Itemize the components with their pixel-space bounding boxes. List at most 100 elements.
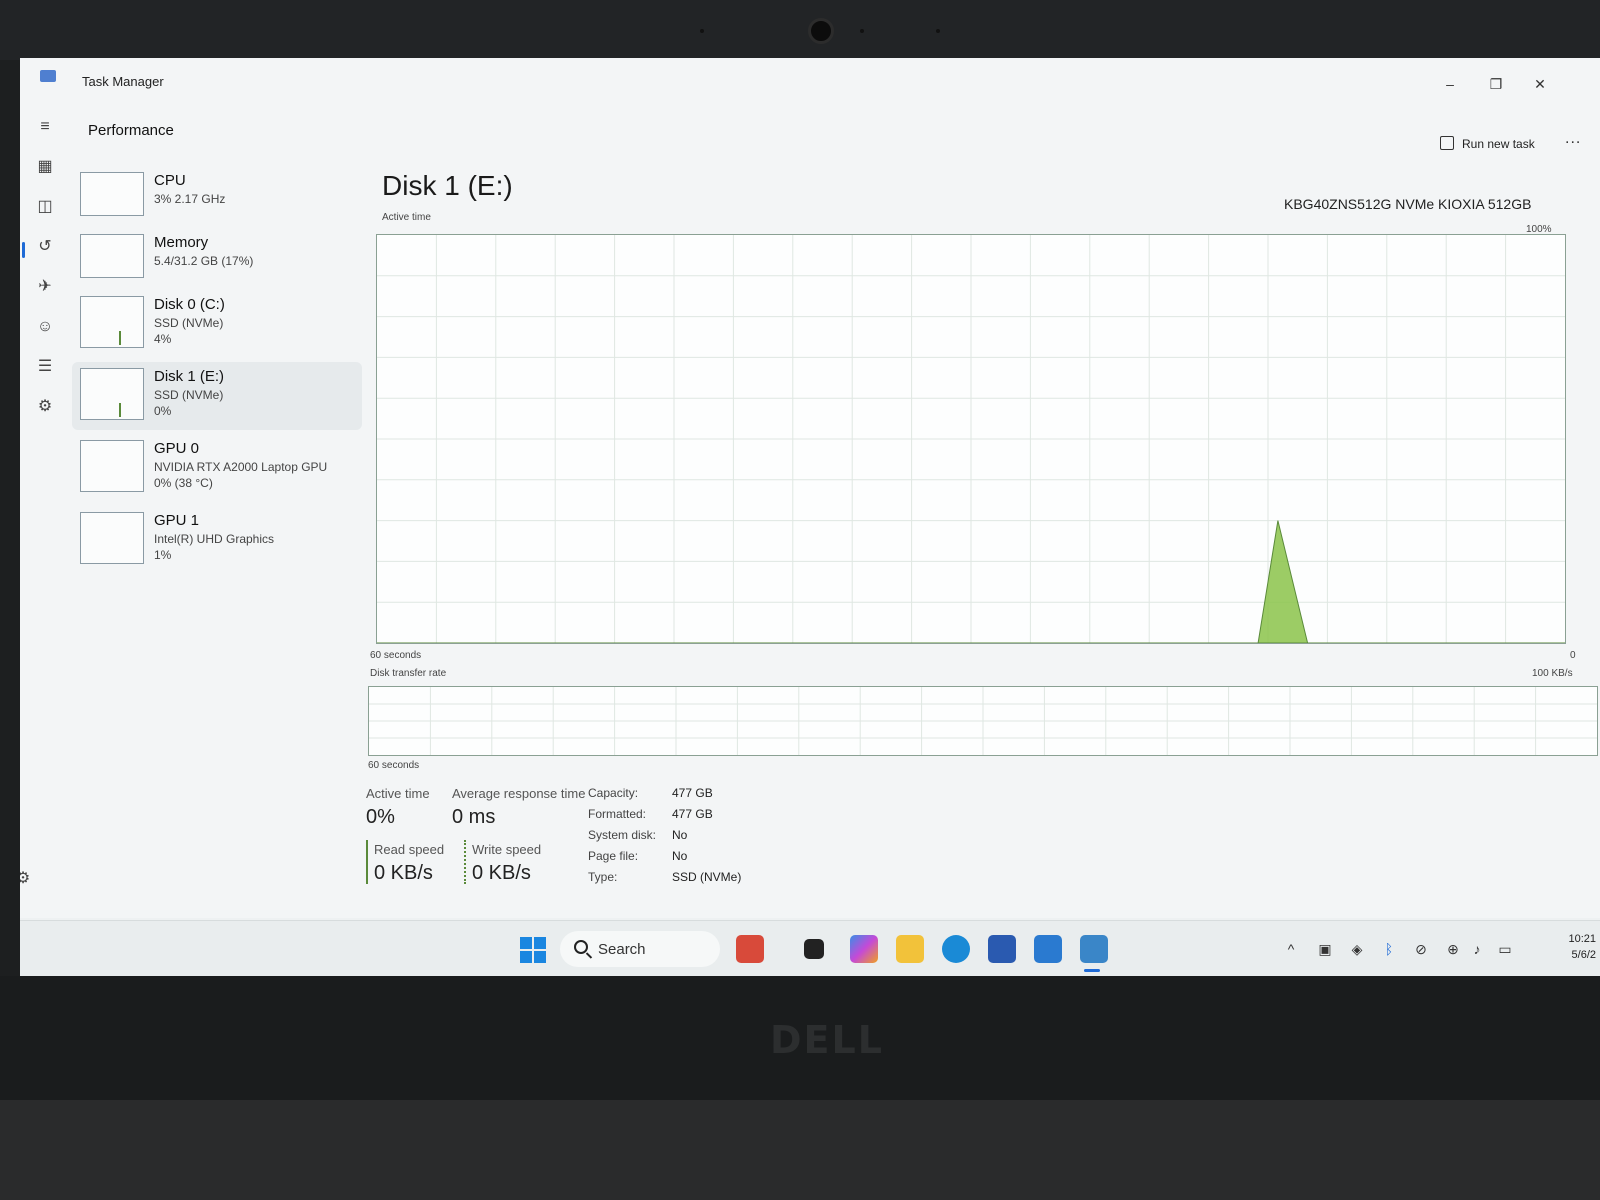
network-icon[interactable]: ⊕: [1444, 941, 1462, 958]
app-history-icon[interactable]: ↺: [34, 236, 56, 258]
screen: Task Manager – ❐ ✕ ≡ ▦ ◫ ↺ ✈ ☺ ☰ ⚙ ⚙ Per…: [20, 58, 1600, 976]
sidebar-item-gpu-1[interactable]: GPU 1 Intel(R) UHD Graphics 1%: [72, 506, 362, 574]
sync-off-icon[interactable]: ⊘: [1412, 941, 1430, 958]
performance-icon[interactable]: ◫: [34, 196, 56, 218]
active-time-zero-label: 0: [1570, 650, 1576, 661]
laptop-bezel-top: [0, 0, 1600, 60]
disk-1-thumbnail-graph: [80, 368, 144, 420]
run-new-task-button[interactable]: Run new task: [1440, 136, 1535, 151]
sensor-dot: [936, 29, 940, 33]
sidebar-item-sub: Intel(R) UHD Graphics: [154, 532, 275, 546]
title-bar[interactable]: Task Manager – ❐ ✕: [20, 58, 1600, 102]
sensor-dot: [860, 29, 864, 33]
widgets-icon[interactable]: [736, 935, 764, 963]
hamburger-menu-icon[interactable]: ≡: [34, 116, 56, 138]
windows-logo-pane: [520, 937, 532, 949]
copilot-icon[interactable]: [850, 935, 878, 963]
write-speed-value: 0 KB/s: [472, 862, 531, 884]
transfer-rate-duration-label: 60 seconds: [368, 760, 420, 771]
system-clock[interactable]: 10:21 5/6/2: [1536, 931, 1596, 963]
active-time-chart-label: Active time: [382, 212, 431, 223]
dell-logo: DELL: [770, 1018, 884, 1062]
read-speed-marker: [366, 840, 368, 884]
more-options-button[interactable]: ...: [1565, 130, 1581, 148]
settings-icon[interactable]: ⚙: [20, 868, 34, 890]
webcam: [808, 18, 834, 44]
taskbar-search[interactable]: Search: [560, 931, 720, 967]
nav-rail: ≡ ▦ ◫ ↺ ✈ ☺ ☰ ⚙ ⚙: [20, 102, 72, 918]
minimize-button[interactable]: –: [1440, 76, 1460, 92]
nvidia-icon[interactable]: ▣: [1316, 941, 1334, 958]
gpu-0-thumbnail-graph: [80, 440, 144, 492]
bluetooth-icon[interactable]: ᛒ: [1380, 941, 1398, 957]
avg-response-stat-label: Average response time: [452, 786, 586, 801]
system-disk-value: No: [672, 828, 688, 842]
active-time-svg: [377, 235, 1565, 644]
store-icon[interactable]: [988, 935, 1016, 963]
sidebar-item-gpu-0[interactable]: GPU 0 NVIDIA RTX A2000 Laptop GPU 0% (38…: [72, 434, 362, 502]
capacity-label: Capacity:: [588, 786, 639, 800]
sidebar-item-name: Disk 1 (E:): [154, 368, 225, 385]
cpu-thumbnail-graph: [80, 172, 144, 216]
disk-model: KBG40ZNS512G NVMe KIOXIA 512GB: [1284, 196, 1532, 212]
type-label: Type:: [588, 870, 618, 884]
run-new-task-label: Run new task: [1462, 137, 1535, 151]
read-speed-label: Read speed: [374, 842, 445, 857]
file-explorer-icon[interactable]: [896, 935, 924, 963]
sidebar-item-sub: NVIDIA RTX A2000 Laptop GPU: [154, 460, 328, 474]
page-file-value: No: [672, 849, 688, 863]
sidebar-item-sub: 3% 2.17 GHz: [154, 192, 226, 206]
taskbar: Search ^ ▣ ◈ ᛒ ⊘ ⊕ ♪ ▭ 10:21 5/6/2: [20, 920, 1600, 976]
active-time-stat-value: 0%: [366, 806, 395, 828]
details-icon[interactable]: ☰: [34, 356, 56, 378]
performance-sidebar: CPU 3% 2.17 GHz Memory 5.4/31.2 GB (17%)…: [72, 158, 362, 858]
task-manager-icon: [40, 70, 56, 82]
close-button[interactable]: ✕: [1530, 76, 1550, 93]
page-title: Performance: [88, 122, 174, 139]
sidebar-item-disk-0[interactable]: Disk 0 (C:) SSD (NVMe) 4%: [72, 290, 362, 358]
transfer-rate-graph: [368, 686, 1598, 756]
sidebar-item-usage: 1%: [154, 548, 172, 562]
maximize-button[interactable]: ❐: [1486, 76, 1506, 93]
transfer-rate-chart-label: Disk transfer rate: [370, 668, 447, 679]
active-time-graph: [376, 234, 1566, 644]
write-speed-marker: [464, 840, 466, 884]
task-manager-window: Task Manager – ❐ ✕ ≡ ▦ ◫ ↺ ✈ ☺ ☰ ⚙ ⚙ Per…: [20, 58, 1600, 918]
transfer-rate-max-label: 100 KB/s: [1532, 668, 1573, 679]
sensor-dot: [700, 29, 704, 33]
task-manager-taskbar-icon[interactable]: [1080, 935, 1108, 963]
outlook-icon[interactable]: [1034, 935, 1062, 963]
task-view-icon[interactable]: [804, 939, 824, 959]
active-time-stat-label: Active time: [366, 786, 430, 801]
startup-apps-icon[interactable]: ✈: [34, 276, 56, 298]
app-tray-icon[interactable]: ◈: [1348, 941, 1366, 958]
start-button[interactable]: [520, 937, 546, 963]
sidebar-item-name: GPU 0: [154, 440, 200, 457]
sidebar-item-cpu[interactable]: CPU 3% 2.17 GHz: [72, 166, 362, 234]
active-time-duration-label: 60 seconds: [370, 650, 422, 661]
sidebar-item-name: CPU: [154, 172, 186, 189]
chevron-up-icon[interactable]: ^: [1282, 941, 1300, 957]
run-task-icon: [1440, 136, 1454, 150]
read-speed-value: 0 KB/s: [374, 862, 433, 884]
laptop-bezel-bottom: DELL: [0, 976, 1600, 1200]
services-icon[interactable]: ⚙: [34, 396, 56, 418]
users-icon[interactable]: ☺: [34, 316, 56, 338]
disk-0-thumbnail-graph: [80, 296, 144, 348]
processes-icon[interactable]: ▦: [34, 156, 56, 178]
sidebar-item-disk-1[interactable]: Disk 1 (E:) SSD (NVMe) 0%: [72, 362, 362, 430]
windows-logo-pane: [534, 937, 546, 949]
volume-icon[interactable]: ♪: [1468, 941, 1486, 957]
battery-icon[interactable]: ▭: [1496, 941, 1514, 958]
edge-icon[interactable]: [942, 935, 970, 963]
sidebar-item-usage: 0% (38 °C): [154, 476, 213, 490]
window-title: Task Manager: [82, 74, 164, 89]
sidebar-item-name: Memory: [154, 234, 209, 251]
sidebar-item-sub: SSD (NVMe): [154, 388, 224, 402]
sidebar-item-name: Disk 0 (C:): [154, 296, 225, 313]
windows-logo-pane: [534, 951, 546, 963]
windows-logo-pane: [520, 951, 532, 963]
memory-thumbnail-graph: [80, 234, 144, 278]
disk-activity-line: [119, 403, 121, 417]
sidebar-item-memory[interactable]: Memory 5.4/31.2 GB (17%): [72, 228, 362, 296]
